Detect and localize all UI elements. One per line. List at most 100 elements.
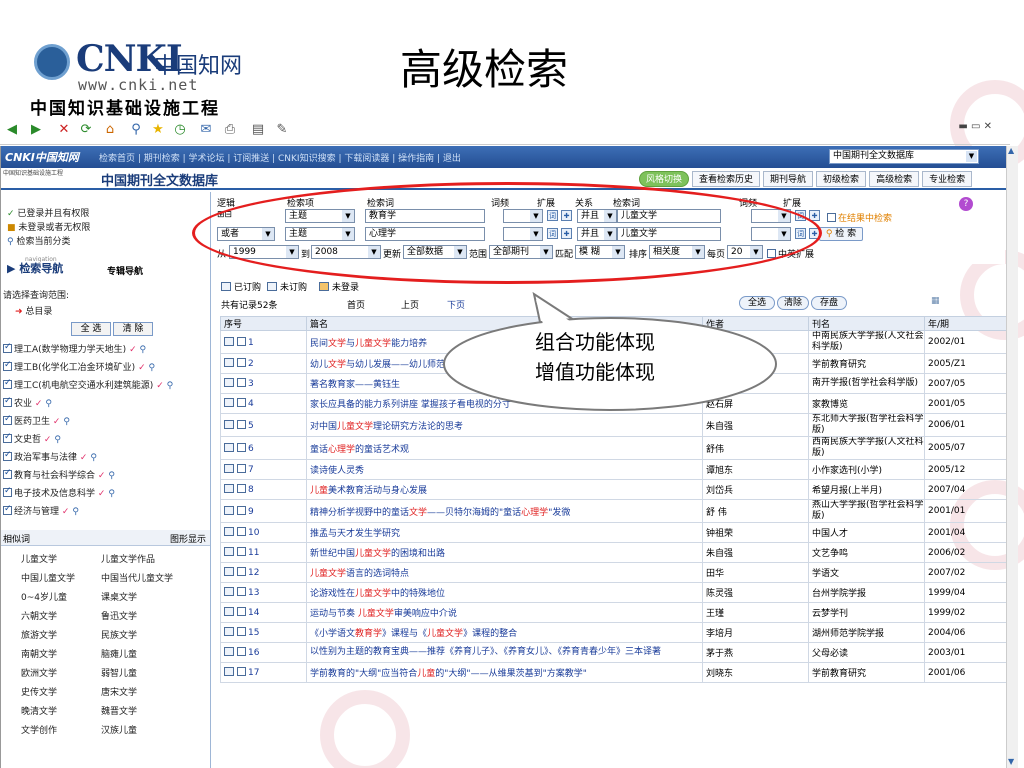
category-item[interactable]: 经济与管理 ✓ ⚲	[3, 504, 79, 517]
prev-page-link[interactable]: 上页	[401, 298, 419, 311]
related-word[interactable]: 课桌文学	[101, 590, 137, 603]
category-item[interactable]: 政治军事与法律 ✓ ⚲	[3, 450, 97, 463]
checkbox[interactable]	[3, 342, 12, 353]
forward-icon[interactable]: ▶	[26, 120, 46, 140]
checkbox[interactable]	[237, 607, 246, 616]
checkbox[interactable]	[3, 450, 12, 461]
tab-search-history[interactable]: 查看检索历史	[692, 171, 761, 187]
in-result-checkbox[interactable]: 在结果中检索	[827, 211, 892, 224]
print-icon[interactable]: ⎙	[220, 120, 240, 140]
table-row[interactable]: 16 以性别为主题的教育宝典——推荐《养育儿子》、《养育女儿》、《养育青春少年》三…	[220, 642, 1007, 663]
history-icon[interactable]: ◷	[170, 120, 190, 140]
checkbox[interactable]	[237, 547, 246, 556]
related-word[interactable]: 南朝文学	[21, 647, 57, 660]
checkbox[interactable]	[237, 505, 246, 515]
article-title-link[interactable]: 《小学语文教育学》课程与《儿童文学》课程的整合	[306, 622, 703, 643]
magnifier-icon[interactable]: ⚲	[72, 507, 79, 517]
scrollbar[interactable]: ▲ ▼	[1006, 146, 1018, 768]
table-row[interactable]: 6 童话心理学的童话艺术观 舒伟 西南民族大学学报(人文社科版) 2005/07	[220, 436, 1007, 460]
checkbox[interactable]	[237, 527, 246, 536]
checkbox[interactable]	[3, 468, 12, 479]
category-item[interactable]: 教育与社会科学综合 ✓ ⚲	[3, 468, 115, 481]
document-icon[interactable]	[224, 527, 234, 536]
magnifier-icon[interactable]: ⚲	[139, 345, 146, 355]
checkbox[interactable]	[237, 398, 246, 407]
tab-style-switch[interactable]: 风格切换	[639, 171, 690, 187]
document-icon[interactable]	[224, 647, 234, 656]
magnifier-icon[interactable]: ⚲	[108, 471, 115, 481]
discuss-icon[interactable]: ✎	[272, 120, 292, 140]
edit-icon[interactable]: ▤	[248, 120, 268, 140]
document-icon[interactable]	[224, 378, 234, 387]
related-word[interactable]: 欧洲文学	[21, 666, 57, 679]
related-word[interactable]: 中国儿童文学	[21, 571, 75, 584]
document-icon[interactable]	[224, 358, 234, 367]
table-row[interactable]: 7 读诗使人灵秀 谭旭东 小作家选刊(小学) 2005/12	[220, 459, 1007, 480]
table-row[interactable]: 8 儿童美术教育活动与身心发展 刘岱兵 希望月报(上半月) 2007/04	[220, 479, 1007, 500]
checkbox[interactable]	[3, 504, 12, 515]
first-page-link[interactable]: 首页	[347, 298, 365, 311]
article-title-link[interactable]: 读诗使人灵秀	[306, 459, 703, 480]
related-word[interactable]: 六朝文学	[21, 609, 57, 622]
tab-advanced-search[interactable]: 高级检索	[869, 171, 920, 187]
article-title-link[interactable]: 童话心理学的童话艺术观	[306, 436, 703, 460]
table-row[interactable]: 11 新世纪中国儿童文学的困境和出路 朱自强 文艺争鸣 2006/02	[220, 542, 1007, 563]
magnifier-icon[interactable]: ⚲	[54, 435, 61, 445]
document-icon[interactable]	[224, 667, 234, 676]
favorites-icon[interactable]: ★	[148, 120, 168, 140]
back-icon[interactable]: ◀	[2, 120, 22, 140]
related-word[interactable]: 0~4岁儿童	[21, 590, 67, 603]
document-icon[interactable]	[224, 484, 234, 493]
document-icon[interactable]	[224, 419, 234, 429]
category-item[interactable]: 电子技术及信息科学 ✓ ⚲	[3, 486, 115, 499]
checkbox[interactable]	[3, 432, 12, 443]
table-row[interactable]: 13 论游戏性在儿童文学中的特殊地位 陈灵强 台州学院学报 1999/04	[220, 582, 1007, 603]
checkbox[interactable]	[237, 567, 246, 576]
checkbox[interactable]	[237, 378, 246, 387]
search-button[interactable]: ⚲ 检 索	[819, 227, 863, 241]
article-title-link[interactable]: 儿童美术教育活动与身心发展	[306, 479, 703, 500]
checkbox[interactable]	[237, 442, 246, 452]
magnifier-icon[interactable]: ⚲	[45, 399, 52, 409]
stop-icon[interactable]: ✕	[54, 120, 74, 140]
article-title-link[interactable]: 运动与节奏 儿童文学审美响应中介说	[306, 602, 703, 623]
home-icon[interactable]: ⌂	[100, 120, 120, 140]
related-word[interactable]: 魏晋文学	[101, 704, 137, 717]
related-word[interactable]: 文学创作	[21, 723, 57, 736]
tab-basic-search[interactable]: 初级检索	[816, 171, 867, 187]
table-row[interactable]: 12 儿童文学语言的选词特点 田华 学语文 2007/02	[220, 562, 1007, 583]
document-icon[interactable]	[224, 607, 234, 616]
category-item[interactable]: 理工C(机电航空交通水利建筑能源) ✓ ⚲	[3, 378, 173, 391]
magnifier-icon[interactable]: ⚲	[90, 453, 97, 463]
document-icon[interactable]	[224, 442, 234, 452]
related-word[interactable]: 旅游文学	[21, 628, 57, 641]
checkbox[interactable]	[3, 396, 12, 407]
checkbox[interactable]	[3, 360, 12, 371]
related-word[interactable]: 鲁迅文学	[101, 609, 137, 622]
related-word[interactable]: 弱智儿童	[101, 666, 137, 679]
help-icon[interactable]: ?	[959, 197, 973, 211]
related-word[interactable]: 晚清文学	[21, 704, 57, 717]
root-category[interactable]: ➜ 总目录	[15, 304, 52, 317]
document-icon[interactable]	[224, 398, 234, 407]
table-row[interactable]: 14 运动与节奏 儿童文学审美响应中介说 王瑾 云梦学刊 1999/02	[220, 602, 1007, 623]
category-item[interactable]: 农业 ✓ ⚲	[3, 396, 52, 409]
checkbox[interactable]	[237, 647, 246, 656]
related-word[interactable]: 中国当代儿童文学	[101, 571, 173, 584]
document-icon[interactable]	[224, 505, 234, 515]
document-icon[interactable]	[224, 547, 234, 556]
document-icon[interactable]	[224, 336, 234, 346]
checkbox[interactable]	[237, 484, 246, 493]
related-word[interactable]: 民族文学	[101, 628, 137, 641]
article-title-link[interactable]: 儿童文学语言的选词特点	[306, 562, 703, 583]
related-word[interactable]: 儿童文学	[21, 552, 57, 565]
article-title-link[interactable]: 论游戏性在儿童文学中的特殊地位	[306, 582, 703, 603]
table-icon[interactable]: ▦	[931, 296, 940, 306]
table-row[interactable]: 17 学前教育的"大纲"应当符合儿童的"大纲"——从维果茨基到"方案教学" 刘晓东学…	[220, 662, 1007, 683]
related-word[interactable]: 唐宋文学	[101, 685, 137, 698]
scroll-up-icon[interactable]: ▲	[1008, 146, 1014, 155]
related-word[interactable]: 史传文学	[21, 685, 57, 698]
tab-special-nav[interactable]: 专辑导航	[107, 264, 143, 277]
magnifier-icon[interactable]: ⚲	[108, 489, 115, 499]
search-icon[interactable]: ⚲	[126, 120, 146, 140]
